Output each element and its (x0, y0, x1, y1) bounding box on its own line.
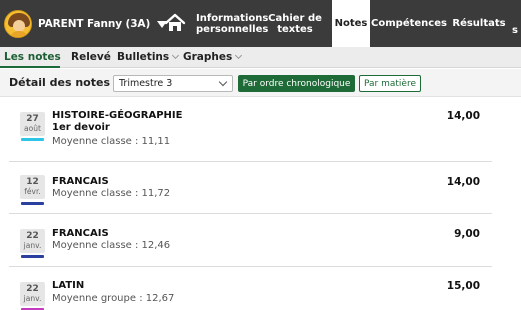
subject-color-bar (21, 255, 44, 258)
subnav-label: Relevé (71, 51, 111, 63)
profile-name: PARENT Fanny (3A) (38, 18, 151, 30)
by-subject-button[interactable]: Par matière (359, 75, 421, 92)
chevron-down-icon (235, 51, 243, 60)
grade-row[interactable]: 22 janv. LATIN Moyenne groupe : 12,67 15… (9, 267, 492, 310)
grade-value: 14,00 (446, 176, 480, 188)
subject-color-bar (21, 138, 44, 141)
grade-value: 14,00 (446, 110, 480, 122)
subnav-graphes[interactable]: Graphes (183, 47, 243, 67)
subject-color-bar (21, 202, 44, 205)
class-average: Moyenne classe : 11,11 (52, 136, 171, 147)
nav-label: Cahier de textes (268, 12, 322, 35)
grade-row[interactable]: 12 févr. FRANCAIS Moyenne classe : 11,72… (9, 162, 492, 214)
date-badge: 22 janv. (20, 282, 45, 306)
nav-cahier-de-textes[interactable]: Cahier de textes (260, 0, 330, 47)
grade-row[interactable]: 27 août HISTOIRE-GÉOGRAPHIE 1er devoir M… (9, 98, 492, 162)
subject-name: FRANCAIS (52, 176, 109, 187)
date-day: 22 (26, 284, 39, 294)
period-select[interactable]: Trimestre 3 (113, 75, 233, 92)
tab-notes[interactable]: Notes (332, 0, 370, 47)
date-badge: 12 févr. (20, 175, 45, 199)
grade-value: 9,00 (454, 228, 480, 240)
class-average: Moyenne groupe : 12,67 (52, 293, 175, 304)
chevron-down-icon (218, 77, 228, 87)
date-month: janv. (23, 294, 42, 303)
nav-label: Informations personnelles (196, 12, 269, 35)
subnav-bulletins[interactable]: Bulletins (117, 47, 180, 67)
grade-value: 15,00 (446, 280, 480, 292)
top-nav-bar: PARENT Fanny (3A) Informations personnel… (0, 0, 521, 47)
date-badge: 27 août (20, 112, 45, 136)
date-day: 27 (26, 114, 39, 124)
nav-overflow[interactable]: s (512, 0, 521, 47)
grade-row[interactable]: 22 janv. FRANCAIS Moyenne classe : 12,46… (9, 214, 492, 267)
nav-label: Notes (334, 18, 368, 29)
filter-bar: Détail des notes Trimestre 3 Par ordre c… (0, 69, 521, 97)
section-title: Détail des notes (9, 76, 111, 89)
subnav-releve[interactable]: Relevé (71, 47, 111, 67)
subject-name: FRANCAIS (52, 228, 109, 239)
date-day: 22 (26, 231, 39, 241)
date-day: 12 (26, 177, 39, 187)
home-icon[interactable] (164, 12, 186, 34)
nav-informations-personnelles[interactable]: Informations personnelles (196, 0, 269, 47)
class-average: Moyenne classe : 12,46 (52, 240, 171, 251)
subnav-label: Bulletins (117, 51, 170, 63)
class-average: Moyenne classe : 11,72 (52, 188, 171, 199)
nav-label: Résultats (452, 18, 506, 29)
sub-nav: Les notes Relevé Bulletins Graphes (0, 47, 521, 68)
scroll-gutter (501, 98, 521, 310)
subject-name: HISTOIRE-GÉOGRAPHIE (52, 110, 183, 121)
nav-competences[interactable]: Compétences (371, 0, 447, 47)
subnav-les-notes[interactable]: Les notes (4, 47, 61, 67)
chevron-down-icon (172, 51, 180, 60)
nav-label: s (512, 25, 518, 36)
subnav-label: Les notes (4, 51, 61, 63)
nav-resultats[interactable]: Résultats (450, 0, 508, 47)
assignment-name: 1er devoir (52, 122, 110, 133)
avatar (4, 10, 32, 38)
chronological-order-button[interactable]: Par ordre chronologique (238, 75, 355, 92)
date-month: janv. (23, 241, 42, 250)
date-month: août (24, 124, 41, 133)
subject-name: LATIN (52, 280, 85, 291)
subnav-label: Graphes (183, 51, 233, 63)
date-badge: 22 janv. (20, 229, 45, 253)
active-tab-indicator (0, 66, 60, 68)
profile-switcher[interactable]: PARENT Fanny (3A) (4, 9, 168, 39)
date-month: févr. (24, 187, 41, 196)
nav-label: Compétences (371, 18, 447, 29)
period-select-value: Trimestre 3 (119, 78, 173, 89)
